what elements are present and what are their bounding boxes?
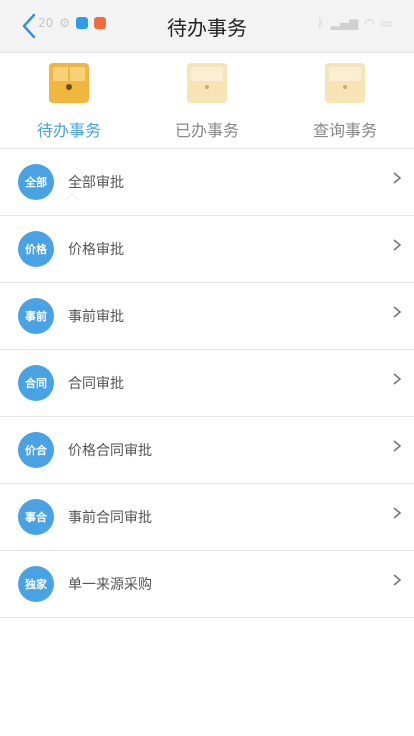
list-item-label: 合同审批: [68, 376, 124, 392]
tab-label-done: 已办事务: [174, 121, 239, 140]
chevron-right-icon: [393, 373, 402, 385]
list-item-contract-approval[interactable]: 合同 合同审批: [0, 350, 414, 417]
category-badge: 全部: [18, 164, 54, 200]
folder-icon: [325, 63, 365, 103]
list-item-prior-contract-approval[interactable]: 事合 事前合同审批: [0, 484, 414, 551]
category-badge: 事合: [18, 499, 54, 535]
signal-icon: ▂▄▆: [330, 16, 359, 30]
list-item-price-contract-approval[interactable]: 价合 价格合同审批: [0, 417, 414, 484]
category-badge: 独家: [18, 566, 54, 602]
chevron-right-icon: [393, 507, 402, 519]
tab-done[interactable]: 已办事务: [138, 53, 276, 148]
chevron-right-icon: [393, 239, 402, 251]
top-bar: 20 ⚙ 待办事务 ᛒ ▂▄▆ ◠ ▭: [0, 0, 414, 53]
chevron-right-icon: [393, 306, 402, 318]
list-item-label: 价格审批: [68, 242, 124, 258]
tab-pending[interactable]: 待办事务: [0, 53, 138, 148]
status-bar-right: ᛒ ▂▄▆ ◠ ▭: [317, 16, 392, 30]
list-item-all-approval[interactable]: 全部 全部审批: [0, 149, 414, 216]
category-badge: 价合: [18, 432, 54, 468]
list-item-single-source[interactable]: 独家 单一来源采购: [0, 551, 414, 618]
approval-list: 全部 全部审批 价格 价格审批 事前 事前审批 合同 合同审批 价合 价格合同审…: [0, 149, 414, 618]
list-item-label: 全部审批: [68, 175, 124, 191]
bluetooth-icon: ᛒ: [317, 16, 325, 30]
list-item-label: 价格合同审批: [68, 443, 152, 459]
chevron-right-icon: [393, 574, 402, 586]
chevron-right-icon: [393, 440, 402, 452]
category-badge: 事前: [18, 298, 54, 334]
list-item-label: 事前合同审批: [68, 510, 152, 526]
list-item-prior-approval[interactable]: 事前 事前审批: [0, 283, 414, 350]
tab-label-query: 查询事务: [312, 121, 377, 140]
list-item-price-approval[interactable]: 价格 价格审批: [0, 216, 414, 283]
list-item-label: 事前审批: [68, 309, 124, 325]
chevron-right-icon: [393, 172, 402, 184]
folder-icon: [187, 63, 227, 103]
tab-query[interactable]: 查询事务: [276, 53, 414, 148]
battery-icon: ▭: [380, 16, 392, 30]
list-item-label: 单一来源采购: [68, 577, 152, 593]
wifi-icon: ◠: [364, 16, 375, 30]
category-badge: 价格: [18, 231, 54, 267]
category-badge: 合同: [18, 365, 54, 401]
tab-label-pending: 待办事务: [36, 121, 101, 140]
tab-bar: 待办事务 已办事务 查询事务: [0, 53, 414, 201]
folder-icon: [49, 63, 89, 103]
